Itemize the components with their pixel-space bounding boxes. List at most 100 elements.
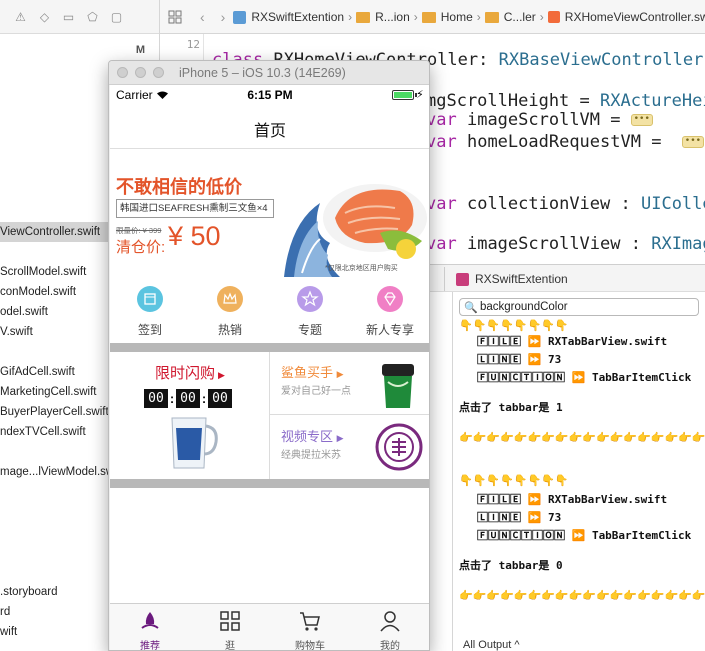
banner-headline: 不敢相信的低价 <box>116 177 242 197</box>
section-divider <box>110 479 429 488</box>
output-selector[interactable]: All Output ^ <box>463 639 520 651</box>
category-topics[interactable]: 专题 <box>270 277 350 343</box>
play-arrow-icon: ▶ <box>218 370 225 380</box>
code-line: var homeLoadRequestVM = ••• <box>426 131 704 153</box>
forward-arrow-icon[interactable]: › <box>221 9 226 25</box>
promo-title: 视频专区 ▶ <box>281 429 344 444</box>
timer-minutes: 00 <box>176 389 200 408</box>
debug-console[interactable]: 🔍 backgroundColor 👇👇👇👇👇👇👇👇 🄵🄸🄻🄴 ⏩ RXTabB… <box>452 292 705 651</box>
page-title: 首页 <box>253 123 286 140</box>
folder-icon <box>356 11 371 23</box>
debug-navigator-icon[interactable]: ▭ <box>62 11 75 24</box>
cart-icon <box>300 612 320 631</box>
close-button[interactable] <box>117 67 128 78</box>
placeholder-token[interactable]: ••• <box>681 136 704 148</box>
modified-marker: M <box>135 44 145 56</box>
chevron-right-icon: › <box>476 10 481 24</box>
calendar-icon <box>137 286 163 312</box>
folder-icon <box>421 11 436 23</box>
jump-file[interactable]: RXHomeViewController.swift <box>547 10 705 24</box>
console-line: 👉👉👉👉👉👉👉👉👉👉👉👉👉👉👉👉👉👉👉👉 <box>459 431 705 444</box>
tea-box-image <box>382 364 414 408</box>
diamond-icon[interactable]: ◇ <box>38 11 51 24</box>
charging-icon: ⚡ <box>416 89 424 101</box>
navigation-bar: 首页 <box>110 105 429 149</box>
divider <box>444 267 445 291</box>
code-line: var imageScrollView : RXImag <box>426 234 705 254</box>
simulator-window: iPhone 5 – iOS 10.3 (14E269) Carrier 6:1… <box>108 60 430 651</box>
swift-file-icon <box>547 11 560 23</box>
jump-folder-3[interactable]: C...ler <box>484 10 536 24</box>
code-line: var imageScrollVM = ••• <box>426 109 653 131</box>
chevron-right-icon: › <box>539 10 544 24</box>
minimize-button[interactable] <box>135 67 146 78</box>
star-icon <box>297 286 323 312</box>
line-number: 12 <box>186 38 200 51</box>
tab-bar: 推荐 逛 购物车 我的 <box>110 603 429 650</box>
app-icon <box>456 273 469 286</box>
tab-browse[interactable]: 逛 <box>190 604 270 650</box>
salmon-image <box>284 184 427 277</box>
console-line: 点击了 tabbar是 1 <box>459 401 563 414</box>
console-filter-field[interactable]: 🔍 backgroundColor <box>459 298 699 316</box>
console-line: 👇👇👇👇👇👇👇👇 <box>459 474 569 487</box>
editor-jump-bar: ‹ › RXSwiftExtention › R...ion › Home › … <box>160 0 705 34</box>
related-items-icon[interactable] <box>168 10 182 24</box>
banner-product: 韩国进口SEAFRESH熏制三文鱼×4 <box>116 199 274 218</box>
folder-icon <box>484 11 499 23</box>
project-icon <box>233 10 247 24</box>
placeholder-token[interactable]: ••• <box>630 114 653 126</box>
simulator-title: iPhone 5 – iOS 10.3 (14E269) <box>179 66 346 80</box>
timer-hours: 00 <box>144 389 168 408</box>
console-line: 点击了 tabbar是 0 <box>459 559 563 572</box>
category-sign-in[interactable]: 签到 <box>110 277 190 343</box>
status-time: 6:15 PM <box>247 88 293 102</box>
code-line: var collectionView : UIColle <box>426 194 705 214</box>
home-rocket-icon <box>141 612 159 629</box>
console-line: 🄵🄸🄻🄴 ⏩ RXTabBarView.swift <box>477 493 668 506</box>
chevron-right-icon: › <box>348 10 353 24</box>
zoom-button[interactable] <box>153 67 164 78</box>
user-icon <box>380 611 400 632</box>
simulator-title-bar: iPhone 5 – iOS 10.3 (14E269) <box>109 61 429 85</box>
back-arrow-icon[interactable]: ‹ <box>200 9 205 25</box>
debug-process-label[interactable]: RXSwiftExtention <box>475 272 568 286</box>
banner-note: *仅限北京地区用户购买 <box>325 265 398 272</box>
category-hot-sale[interactable]: 热销 <box>190 277 270 343</box>
navigator-toolbar: ⚠ ◇ ▭ ⬠ ▢ <box>0 0 159 34</box>
grid-icon <box>220 611 240 631</box>
warning-icon[interactable]: ⚠ <box>14 11 27 24</box>
console-line: 👉👉👉👉👉👉👉👉👉👉👉👉👉👉👉👉👉👉👉👉 <box>459 589 705 602</box>
console-line: 🄵🅄🄽🄲🅃🄸🄾🄽 ⏩ TabBarItemClick <box>477 371 692 384</box>
promo-shark-buyer[interactable]: 鲨鱼买手 ▶ 爱对自己好一点 <box>270 352 429 415</box>
category-row: 签到 热销 专题 新人专享 <box>110 277 429 343</box>
console-line: 🄻🄸🄽🄴 ⏩ 73 <box>477 511 562 524</box>
console-line: 🄻🄸🄽🄴 ⏩ 73 <box>477 353 562 366</box>
promo-video-zone[interactable]: 视频专区 ▶ 经典提拉米苏 <box>270 416 429 479</box>
play-arrow-icon: ▶ <box>336 369 344 379</box>
status-bar: Carrier 6:15 PM ⚡ <box>110 85 429 105</box>
flash-sale-card[interactable]: 限时闪购 ▶ 00 : 00 : 00 <box>110 352 270 479</box>
tab-cart[interactable]: 购物车 <box>270 604 350 650</box>
jump-folder-2[interactable]: Home <box>421 10 473 24</box>
promo-subtitle: 经典提拉米苏 <box>281 450 341 461</box>
banner-clearance-label: 清仓价: <box>116 239 166 256</box>
console-line: 🄵🅄🄽🄲🅃🄸🄾🄽 ⏩ TabBarItemClick <box>477 529 692 542</box>
banner-original-price: 限量价: ¥ 399 <box>116 226 162 235</box>
battery-icon <box>392 90 417 100</box>
console-line: 👇👇👇👇👇👇👇👇 <box>459 319 569 332</box>
promo-subtitle: 爱对自己好一点 <box>281 386 351 397</box>
report-icon[interactable]: ▢ <box>110 11 123 24</box>
play-arrow-icon: ▶ <box>336 433 344 443</box>
jump-project[interactable]: RXSwiftExtention <box>233 10 344 24</box>
tab-recommend[interactable]: 推荐 <box>110 604 190 650</box>
window-controls <box>117 67 167 79</box>
jump-folder-1[interactable]: R...ion <box>356 10 410 24</box>
diamond-icon <box>377 286 403 312</box>
section-divider <box>110 343 429 352</box>
banner-price: ¥ 50 <box>168 221 221 251</box>
category-new-user[interactable]: 新人专享 <box>350 277 429 343</box>
promo-banner[interactable]: 不敢相信的低价 韩国进口SEAFRESH熏制三文鱼×4 限量价: ¥ 399 清… <box>110 149 429 277</box>
tab-profile[interactable]: 我的 <box>350 604 429 650</box>
breakpoint-icon[interactable]: ⬠ <box>86 11 99 24</box>
